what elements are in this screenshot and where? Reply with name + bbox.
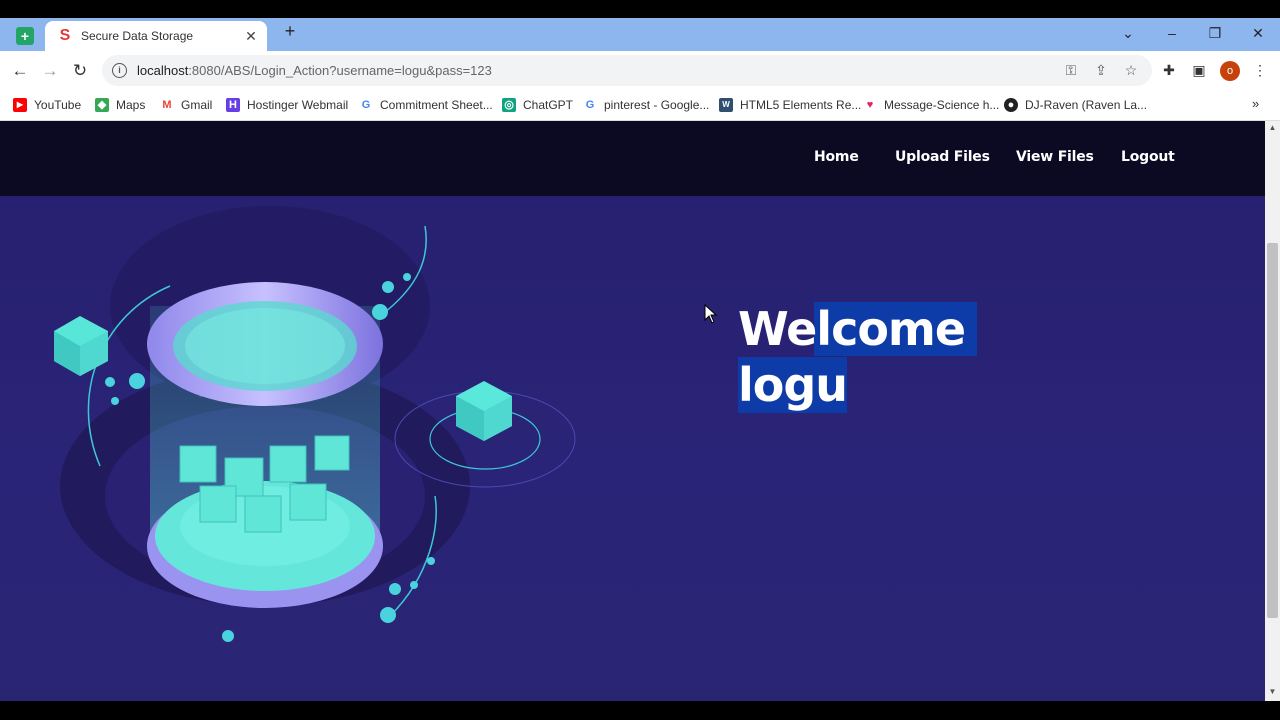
tab-search-dropdown-icon[interactable]: ⌄ [1108, 18, 1148, 48]
bookmark-star-icon[interactable]: ☆ [1122, 62, 1140, 79]
key-icon[interactable]: ⚿ [1062, 62, 1080, 79]
gmail-icon: M [160, 98, 174, 112]
browser-tab-strip: + S Secure Data Storage ✕ + ⌄ – ❐ ✕ [0, 18, 1280, 51]
welcome-text: Welcome [738, 302, 978, 356]
google-icon: G [583, 98, 597, 112]
sheets-icon[interactable]: + [16, 27, 34, 45]
page-viewport: Home Upload Files View Files Logout Welc… [0, 121, 1265, 701]
bookmark-message-science[interactable]: ♥ Message-Science h... [863, 96, 999, 114]
close-window-button[interactable]: ✕ [1238, 18, 1278, 48]
nav-view-files-link[interactable]: View Files [1016, 149, 1094, 165]
bookmark-label: Maps [116, 98, 146, 112]
back-arrow-icon[interactable]: ← [10, 61, 30, 81]
heart-icon: ♥ [863, 98, 877, 112]
reload-icon[interactable]: ↻ [70, 61, 90, 81]
mouse-cursor-icon [704, 304, 718, 324]
share-icon[interactable]: ⇪ [1092, 62, 1110, 79]
maps-icon: ◆ [95, 98, 109, 112]
html5-icon: W [719, 98, 733, 112]
bookmark-label: Message-Science h... [884, 98, 1000, 112]
bookmark-pinterest-google[interactable]: G pinterest - Google... [583, 96, 709, 114]
youtube-icon: ▶ [13, 98, 27, 112]
more-bookmarks-chevron-icon[interactable]: » [1252, 96, 1259, 111]
scroll-up-icon[interactable]: ▲ [1267, 123, 1278, 135]
bookmark-label: YouTube [34, 98, 82, 112]
bookmarks-bar: ▶ YouTube ◆ Maps M Gmail H Hostinger Web… [0, 90, 1280, 121]
bookmark-label: Gmail [181, 98, 213, 112]
bookmark-chatgpt[interactable]: ◎ ChatGPT [502, 96, 573, 114]
welcome-heading: Welcome logu [738, 301, 978, 413]
nav-home-link[interactable]: Home [814, 149, 859, 165]
profile-avatar[interactable]: o [1220, 61, 1240, 81]
chatgpt-icon: ◎ [502, 98, 516, 112]
bookmark-label: pinterest - Google... [604, 98, 710, 112]
restore-window-button[interactable]: ❐ [1195, 18, 1235, 48]
bookmark-label: HTML5 Elements Re... [740, 98, 862, 112]
screen-top-bar [0, 0, 1280, 18]
tab-title: Secure Data Storage [81, 29, 194, 43]
site-navbar: Home Upload Files View Files Logout [0, 121, 1265, 196]
bookmark-maps[interactable]: ◆ Maps [95, 96, 145, 114]
address-url[interactable]: localhost:8080/ABS/Login_Action?username… [137, 63, 492, 78]
side-panel-icon[interactable]: ▣ [1190, 62, 1208, 79]
bookmark-label: Commitment Sheet... [380, 98, 493, 112]
browser-menu-icon[interactable]: ⋮ [1251, 62, 1269, 79]
bookmark-commitment-sheet[interactable]: G Commitment Sheet... [359, 96, 493, 114]
nav-upload-files-link[interactable]: Upload Files [895, 149, 990, 165]
site-info-icon[interactable]: i [112, 63, 127, 78]
scrollbar-thumb[interactable] [1267, 243, 1278, 618]
bookmark-html5-elements[interactable]: W HTML5 Elements Re... [719, 96, 861, 114]
minimize-window-button[interactable]: – [1152, 18, 1192, 48]
nav-logout-link[interactable]: Logout [1121, 149, 1175, 165]
browser-tab-active[interactable]: S Secure Data Storage ✕ [45, 21, 267, 51]
scroll-down-icon[interactable]: ▼ [1267, 687, 1278, 699]
site-favicon-icon: S [59, 27, 71, 44]
bookmark-label: ChatGPT [523, 98, 574, 112]
google-icon: G [359, 98, 373, 112]
data-storage-illustration [54, 206, 576, 642]
address-bar[interactable]: i localhost:8080/ABS/Login_Action?userna… [102, 55, 1152, 86]
bookmark-label: Hostinger Webmail [247, 98, 349, 112]
forward-arrow-icon[interactable]: → [40, 61, 60, 81]
welcome-line: Welcome [738, 301, 978, 357]
welcome-username: logu [738, 357, 848, 413]
bookmark-dj-raven[interactable]: ● DJ-Raven (Raven La... [1004, 96, 1147, 114]
screen-bottom-bar [0, 701, 1280, 720]
hostinger-icon: H [226, 98, 240, 112]
new-tab-button[interactable]: + [280, 21, 300, 41]
close-tab-icon[interactable]: ✕ [243, 28, 259, 45]
bookmark-gmail[interactable]: M Gmail [160, 96, 212, 114]
bookmark-hostinger-webmail[interactable]: H Hostinger Webmail [226, 96, 348, 114]
github-icon: ● [1004, 98, 1018, 112]
browser-toolbar: ← → ↻ i localhost:8080/ABS/Login_Action?… [0, 51, 1280, 90]
extensions-puzzle-icon[interactable]: ✚ [1160, 62, 1178, 79]
page-scrollbar[interactable]: ▲ ▼ [1265, 121, 1280, 701]
bookmark-label: DJ-Raven (Raven La... [1025, 98, 1148, 112]
bookmark-youtube[interactable]: ▶ YouTube [13, 96, 81, 114]
